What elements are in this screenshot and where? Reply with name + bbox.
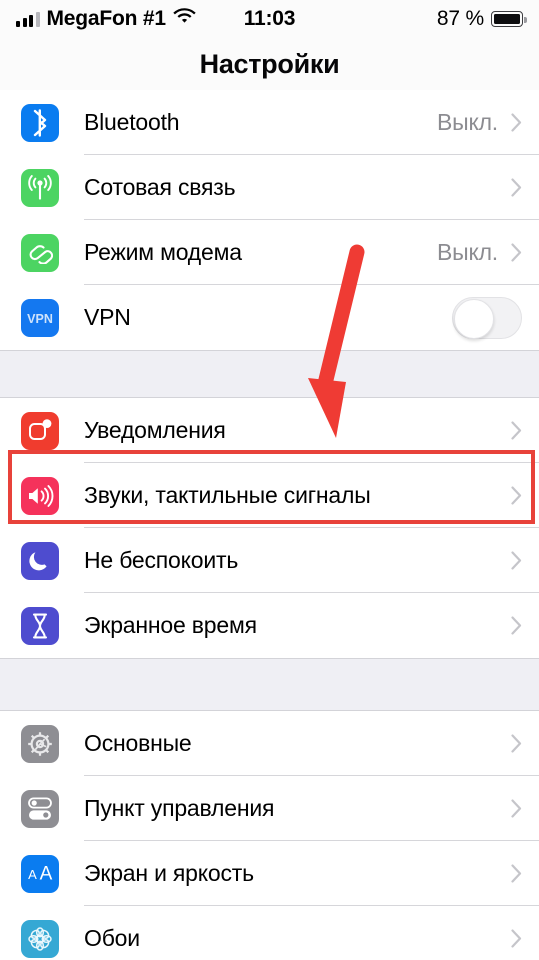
- clock-label: 11:03: [243, 7, 296, 30]
- settings-row-value: Выкл.: [436, 109, 498, 135]
- settings-row-label: Экранное время: [84, 612, 257, 638]
- status-bar-center: 11:03: [244, 7, 296, 31]
- wifi-icon: [173, 8, 196, 30]
- settings-row-sounds[interactable]: Звуки, тактильные сигналы: [0, 463, 539, 528]
- sounds-icon: [21, 476, 59, 515]
- chevron-right-icon: [511, 734, 522, 753]
- system-group: Основные Пункт управления A A Экран и яр…: [0, 711, 539, 960]
- chevron-right-icon: [511, 551, 522, 570]
- settings-row-accessory: [498, 486, 522, 505]
- chevron-right-icon: [511, 113, 522, 132]
- settings-row-label: Пункт управления: [84, 795, 275, 821]
- settings-row-notifications[interactable]: Уведомления: [0, 398, 539, 463]
- battery-percent-label: 87 %: [436, 7, 484, 30]
- chevron-right-icon: [511, 243, 522, 262]
- settings-row-label: Не беспокоить: [84, 547, 239, 573]
- bluetooth-icon: [21, 103, 59, 142]
- chevron-right-icon: [511, 178, 522, 197]
- carrier-label: MegaFon #1: [46, 7, 167, 30]
- battery-icon: [491, 11, 527, 27]
- notifications-icon: [21, 411, 59, 450]
- settings-row-accessory: [498, 929, 522, 948]
- vpn-icon: VPN: [21, 298, 59, 337]
- iphone-settings-screen: MegaFon #1 11:03 87 % Настройки Bluetoot…: [0, 0, 539, 960]
- settings-row-accessory: [498, 616, 522, 635]
- chevron-right-icon: [511, 799, 522, 818]
- settings-row-label: Звуки, тактильные сигналы: [84, 482, 371, 508]
- settings-row-vpn[interactable]: VPN VPN: [0, 285, 539, 350]
- settings-row-accessory: [498, 864, 522, 883]
- settings-row-wallpaper[interactable]: Обои: [0, 906, 539, 960]
- group-separator-1: [0, 350, 539, 398]
- settings-row-general[interactable]: Основные: [0, 711, 539, 776]
- settings-row-screen-time[interactable]: Экранное время: [0, 593, 539, 658]
- chevron-right-icon: [511, 616, 522, 635]
- settings-row-accessory: [498, 421, 522, 440]
- gear-icon: [21, 724, 59, 763]
- settings-row-control-center[interactable]: Пункт управления: [0, 776, 539, 841]
- display-aa-icon: A A: [21, 854, 59, 893]
- settings-row-accessory: Выкл.: [437, 109, 522, 136]
- settings-row-label: Bluetooth: [84, 109, 180, 135]
- settings-row-label: Обои: [84, 925, 140, 951]
- control-center-icon: [21, 789, 59, 828]
- toggle-knob: [454, 298, 494, 339]
- hotspot-icon: [21, 233, 59, 272]
- status-bar-right: 87 %: [295, 7, 527, 31]
- settings-row-label: Сотовая связь: [84, 174, 236, 200]
- settings-row-value: Выкл.: [436, 239, 498, 265]
- settings-list: Bluetooth Выкл. Сотовая связь Режим моде…: [0, 90, 539, 960]
- settings-row-label: Уведомления: [84, 417, 226, 443]
- cellular-icon: [21, 168, 59, 207]
- page-title: Настройки: [199, 48, 340, 79]
- chevron-right-icon: [511, 421, 522, 440]
- settings-row-label: Экран и яркость: [84, 860, 254, 886]
- svg-text:A: A: [28, 867, 37, 882]
- svg-text:A: A: [40, 863, 53, 884]
- navigation-bar: Настройки: [0, 38, 539, 90]
- status-bar-left: MegaFon #1: [16, 7, 244, 31]
- chevron-right-icon: [511, 864, 522, 883]
- chevron-right-icon: [511, 929, 522, 948]
- settings-row-accessory: [498, 799, 522, 818]
- settings-row-accessory: Выкл.: [437, 239, 522, 266]
- settings-row-cellular[interactable]: Сотовая связь: [0, 155, 539, 220]
- settings-row-label: Основные: [84, 730, 192, 756]
- group-separator-2: [0, 658, 539, 711]
- wallpaper-icon: [21, 919, 59, 958]
- moon-icon: [21, 541, 59, 580]
- signal-bars-icon: [16, 11, 40, 27]
- svg-text:VPN: VPN: [27, 312, 53, 326]
- vpn-toggle[interactable]: [452, 296, 522, 339]
- settings-row-accessory: [498, 178, 522, 197]
- chevron-right-icon: [511, 486, 522, 505]
- hourglass-icon: [21, 606, 59, 645]
- settings-row-accessory: [498, 551, 522, 570]
- connectivity-group: Bluetooth Выкл. Сотовая связь Режим моде…: [0, 90, 539, 350]
- status-bar: MegaFon #1 11:03 87 %: [0, 0, 539, 38]
- settings-row-label: VPN: [84, 304, 131, 330]
- settings-row-hotspot[interactable]: Режим модема Выкл.: [0, 220, 539, 285]
- alerts-group: Уведомления Звуки, тактильные сигналы Не…: [0, 398, 539, 658]
- settings-row-accessory: [498, 734, 522, 753]
- settings-row-display-brightness[interactable]: A A Экран и яркость: [0, 841, 539, 906]
- settings-row-do-not-disturb[interactable]: Не беспокоить: [0, 528, 539, 593]
- settings-row-bluetooth[interactable]: Bluetooth Выкл.: [0, 90, 539, 155]
- settings-row-label: Режим модема: [84, 239, 242, 265]
